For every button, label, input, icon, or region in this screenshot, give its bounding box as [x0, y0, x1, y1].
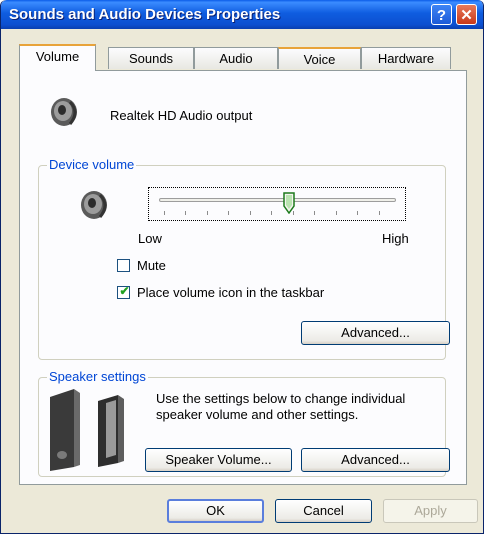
speaker-icon [51, 98, 77, 126]
slider-tick [271, 211, 272, 215]
slider-tick [250, 211, 251, 215]
speaker-description-line1: Use the settings below to change individ… [156, 391, 406, 406]
volume-tab-panel: Realtek HD Audio output Device volume Lo… [19, 70, 467, 485]
tab-voice[interactable]: Voice [278, 47, 361, 69]
dialog-window: Sounds and Audio Devices Properties ? ✕ … [0, 0, 484, 534]
speaker-volume-button[interactable]: Speaker Volume... [145, 448, 292, 472]
place-icon-checkbox[interactable]: ✔ [117, 284, 130, 299]
slider-tick [185, 211, 186, 215]
slider-tick [357, 211, 358, 215]
apply-button[interactable]: Apply [383, 499, 478, 523]
slider-tick [336, 211, 337, 215]
speaker-description-line2: speaker volume and other settings. [156, 407, 359, 422]
tab-sounds[interactable]: Sounds [108, 47, 194, 69]
slider-high-label: High [382, 231, 409, 246]
help-button[interactable]: ? [431, 4, 452, 25]
slider-low-label: Low [138, 231, 162, 246]
tab-hardware[interactable]: Hardware [361, 47, 451, 69]
device-volume-label: Device volume [47, 157, 137, 172]
slider-tick [379, 211, 380, 215]
speakers-icon [50, 389, 124, 471]
volume-slider[interactable] [148, 187, 406, 221]
mute-label[interactable]: Mute [137, 258, 166, 273]
tab-audio[interactable]: Audio [194, 47, 278, 69]
speaker-settings-label: Speaker settings [47, 369, 148, 384]
slider-tick [314, 211, 315, 215]
title-bar[interactable]: Sounds and Audio Devices Properties ? ✕ [1, 0, 483, 29]
help-icon: ? [436, 7, 447, 24]
cancel-button[interactable]: Cancel [275, 499, 372, 523]
ok-button[interactable]: OK [167, 499, 264, 523]
slider-tick [228, 211, 229, 215]
slider-track [159, 198, 396, 202]
mute-checkbox[interactable] [117, 259, 130, 272]
speaker-advanced-button[interactable]: Advanced... [301, 448, 450, 472]
device-advanced-button[interactable]: Advanced... [301, 321, 450, 345]
close-button[interactable]: ✕ [456, 4, 477, 25]
volume-speaker-icon [81, 191, 107, 219]
device-name: Realtek HD Audio output [110, 108, 253, 123]
close-icon: ✕ [460, 7, 473, 24]
check-mark-icon: ✔ [119, 284, 130, 298]
slider-tick [164, 211, 165, 215]
slider-thumb[interactable] [283, 192, 296, 214]
slider-tick [207, 211, 208, 215]
window-title: Sounds and Audio Devices Properties [9, 6, 281, 23]
tab-volume[interactable]: Volume [19, 44, 96, 71]
place-icon-label[interactable]: Place volume icon in the taskbar [137, 285, 324, 300]
